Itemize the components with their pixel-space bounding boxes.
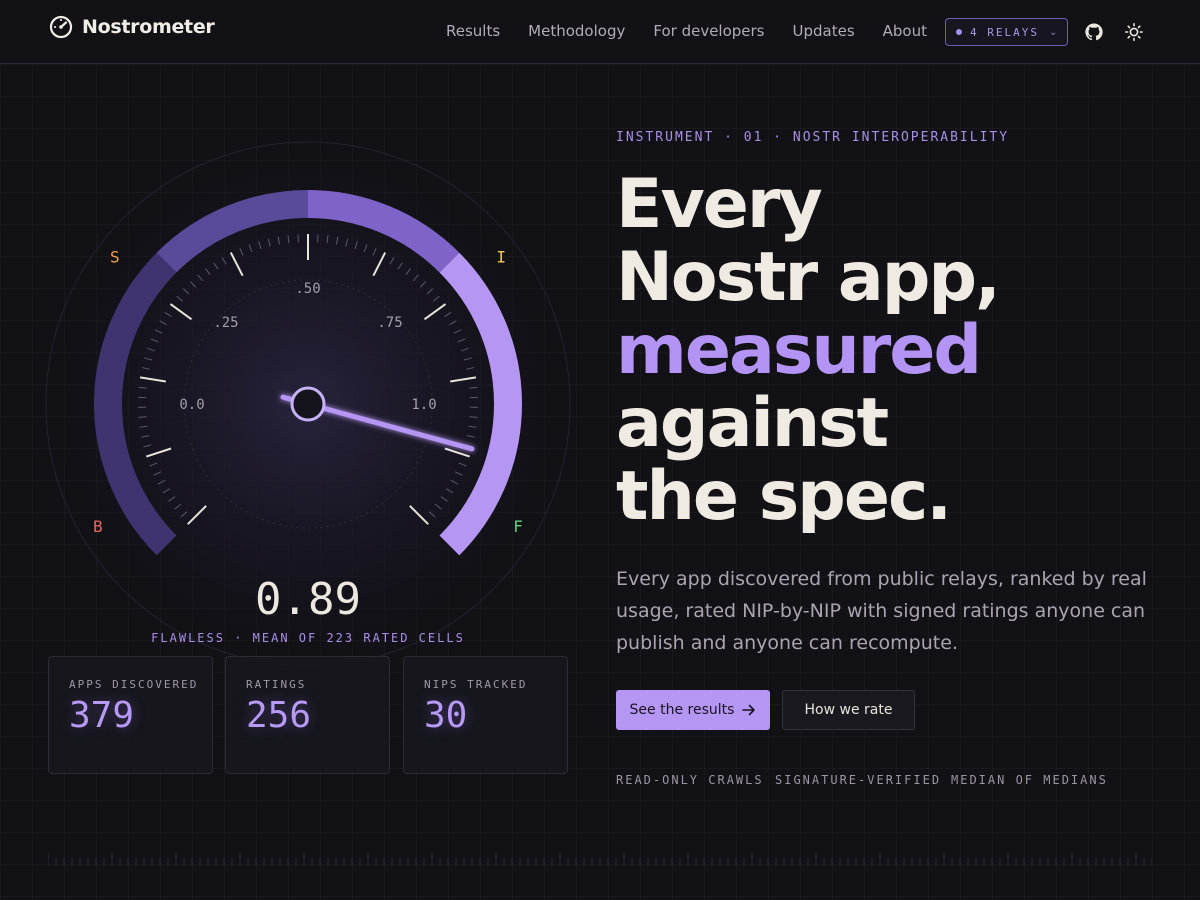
gauge-grade-label: I [496,248,506,267]
gauge-scale-label: .25 [213,315,238,331]
how-we-rate-button[interactable]: How we rate [782,690,915,730]
gauge-scale-label: .50 [295,281,320,297]
feature-tag: SIGNATURE-VERIFIED [775,773,942,787]
top-nav: Nostrometer Results Methodology For deve… [0,0,1200,64]
headline-line: Nostr app, [616,238,1001,317]
nav-link-results[interactable]: Results [446,22,500,40]
nav-link-developers[interactable]: For developers [653,22,764,40]
nav-links: Results Methodology For developers Updat… [446,22,955,40]
headline-line: against [616,384,889,463]
brand-logo[interactable]: Nostrometer [48,14,215,40]
score-caption: FLAWLESS · MEAN OF 223 RATED CELLS [151,631,465,645]
stat-label: NIPS TRACKED [424,678,528,691]
gauge-minor-tick [138,416,147,418]
chevron-down-icon: ⌄ [1048,26,1058,38]
feature-tag: READ-ONLY CRAWLS [616,773,764,787]
gauge-scale-label: 0.0 [179,397,204,413]
stat-card-nips: NIPS TRACKED 30 [403,656,568,774]
stat-card-apps: APPS DISCOVERED 379 [48,656,213,774]
arrow-right-icon [742,704,756,716]
gauge-grade-label: B [93,517,103,536]
gauge-grade-label: S [110,248,120,267]
feature-tag: MEDIAN OF MEDIANS [951,773,1108,787]
stat-label: APPS DISCOVERED [69,678,199,691]
decorative-ruler [48,852,1152,866]
nav-link-methodology[interactable]: Methodology [528,22,625,40]
gauge-minor-tick [469,416,478,418]
status-dot-icon [956,29,962,35]
headline-accent: measured [616,311,982,390]
headline-line: Every [616,165,823,244]
speedometer-icon [49,15,73,39]
sun-icon[interactable] [1124,22,1144,42]
gauge-needle-hub [290,386,326,422]
see-results-button[interactable]: See the results [616,690,770,730]
headline-line: the spec. [616,457,952,536]
stat-value: 379 [69,695,135,736]
relay-count: 4 RELAYS [970,25,1039,39]
stat-card-ratings: RATINGS 256 [225,656,390,774]
nav-link-updates[interactable]: Updates [793,22,855,40]
github-icon[interactable] [1084,22,1104,42]
score-value: 0.89 [255,574,361,625]
gauge-grade-label: F [513,517,523,536]
gauge-scale-label: 1.0 [411,397,436,413]
relay-selector[interactable]: 4 RELAYS ⌄ [945,18,1068,46]
button-label: See the results [629,702,735,718]
stat-value: 30 [424,695,468,736]
stat-value: 256 [246,695,312,736]
hero-description: Every app discovered from public relays,… [616,568,1147,654]
nav-link-about[interactable]: About [883,22,927,40]
gauge-scale-label: .75 [377,315,402,331]
stat-label: RATINGS [246,678,307,691]
hero-eyebrow: INSTRUMENT · 01 · NOSTR INTEROPERABILITY [616,130,1010,145]
brand-name: Nostrometer [82,16,215,38]
hero-headline: Every Nostr app, measured against the sp… [616,168,1176,533]
